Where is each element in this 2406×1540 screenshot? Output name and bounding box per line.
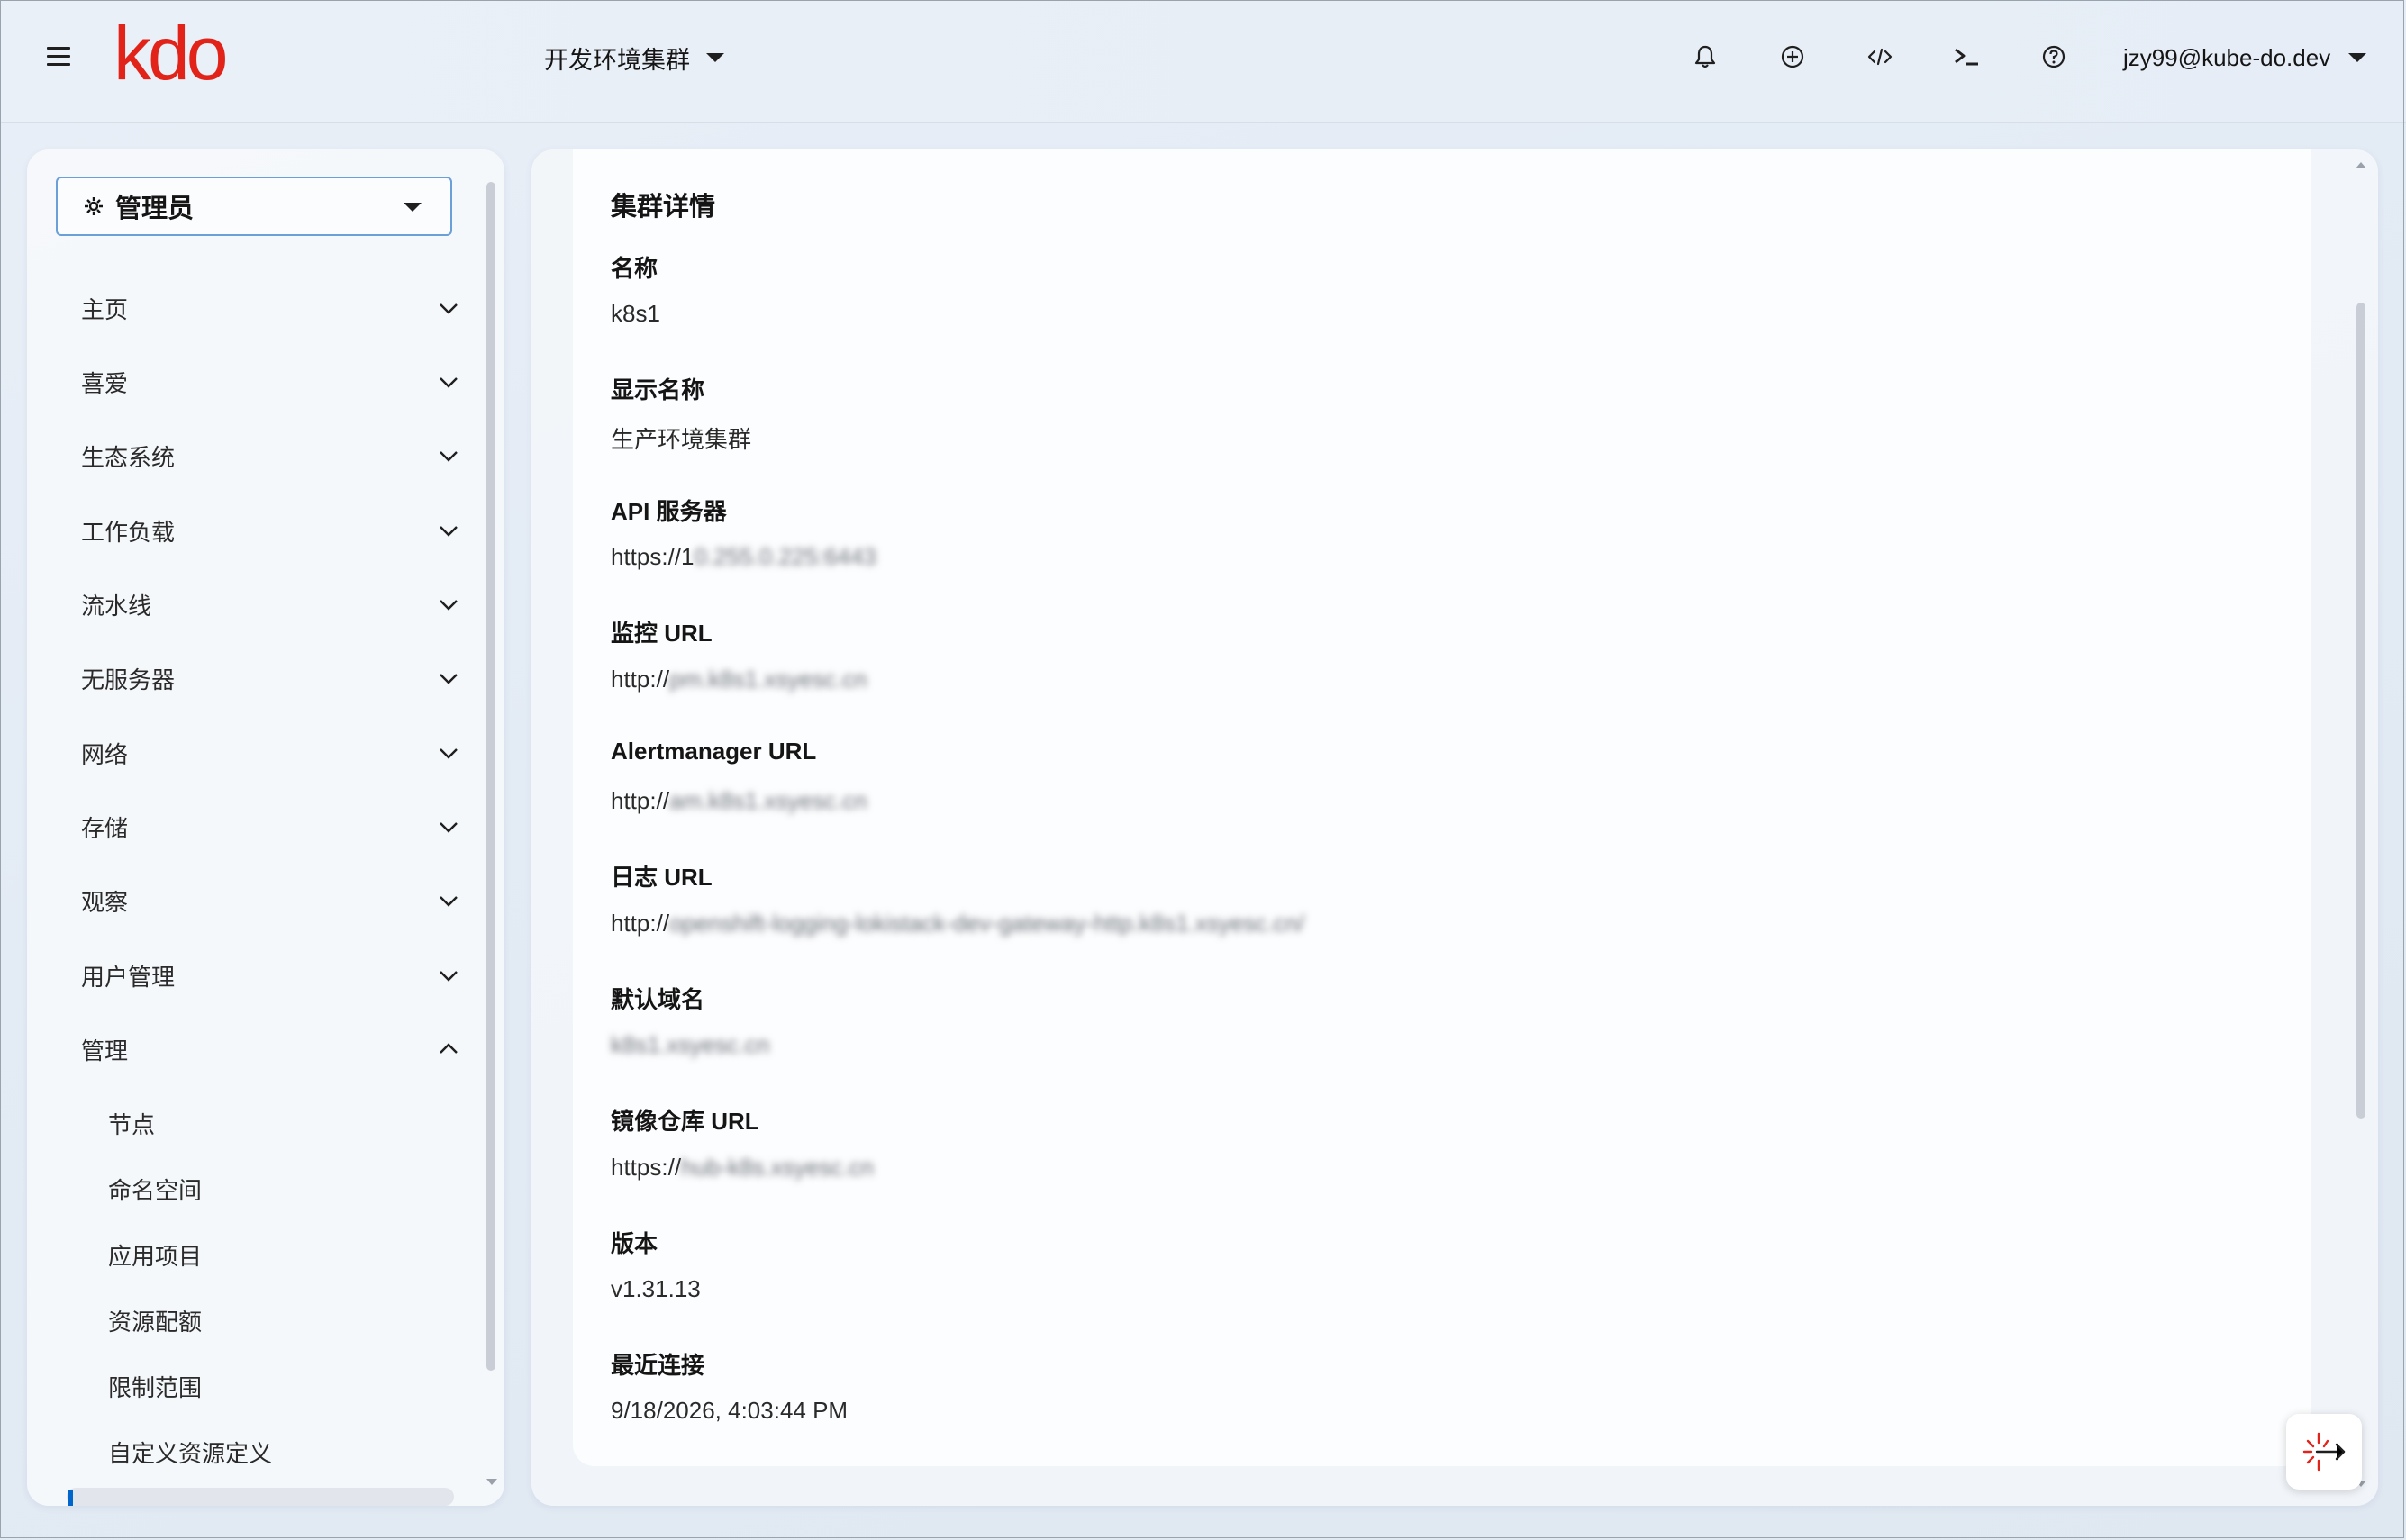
field-value-api-server: https://10.255.0.225:6443 [611,543,876,570]
chevron-down-icon [440,451,458,462]
sidebar: 管理员 主页 喜爱 生态系统 工作负载 流水线 无服务器 网络 存储 观察 用户… [27,149,504,1506]
bell-icon[interactable] [1690,41,1721,72]
sidebar-item-label: 工作负载 [81,518,176,546]
field-label-alertmanager-url: Alertmanager URL [611,738,817,765]
menu-icon[interactable] [47,47,70,67]
field-label-display-name: 显示名称 [611,376,705,403]
sidebar-item-label: 用户管理 [81,963,176,991]
caret-down-icon [2348,53,2367,62]
chevron-down-icon [440,896,458,907]
field-value-registry-url[interactable]: https://hub-k8s.xsyesc.cn [611,1154,874,1182]
sidebar-item-administration[interactable]: 管理 [81,1031,459,1067]
chevron-down-icon [440,971,458,982]
masthead: kdo 开发环境集群 jzy99@kube-do.dev [0,0,2406,123]
sidebar-item-serverless[interactable]: 无服务器 [81,660,459,696]
cluster-selector[interactable]: 开发环境集群 [544,40,724,76]
sidebar-item-label: 网络 [81,740,129,768]
kdo-logo[interactable]: kdo [113,13,228,94]
sidebar-item-label: 主页 [81,295,129,323]
code-icon[interactable] [1865,41,1895,72]
field-value-last-connected: 9/18/2026, 4:03:44 PM [611,1397,849,1424]
perspective-switcher[interactable]: 管理员 [56,177,452,236]
field-value-version: v1.31.13 [611,1275,701,1302]
scroll-down-arrow-icon[interactable] [486,1479,497,1485]
help-icon[interactable] [2038,41,2069,72]
sidebar-item-observe[interactable]: 观察 [81,883,459,919]
sidebar-subitem-resource-quotas[interactable]: 资源配额 [108,1302,202,1338]
field-label-last-connected: 最近连接 [611,1352,705,1379]
field-value-display-name: 生产环境集群 [611,426,752,453]
sidebar-subitem-limit-ranges[interactable]: 限制范围 [108,1368,202,1404]
cog-icon [83,195,104,217]
sidebar-item-pipelines[interactable]: 流水线 [81,586,459,622]
redacted-text: hub-k8s.xsyesc.cn [681,1154,874,1181]
assistant-icon [2302,1432,2346,1472]
sidebar-item-label: 管理 [81,1037,129,1064]
card-title: 集群详情 [611,193,716,222]
sidebar-item-networking[interactable]: 网络 [81,735,459,771]
scroll-up-arrow-icon[interactable] [2356,162,2366,168]
redacted-text: 0.255.0.225:6443 [694,543,876,570]
sidebar-item-home[interactable]: 主页 [81,290,459,326]
sidebar-subitem-app-projects[interactable]: 应用项目 [108,1237,202,1273]
sidebar-item-label: 生态系统 [81,443,176,471]
sidebar-item-label: 喜爱 [81,369,129,397]
sidebar-scrollbar[interactable] [486,182,495,1371]
user-name: jzy99@kube-do.dev [2123,43,2331,71]
sidebar-item-ecosystem[interactable]: 生态系统 [81,438,459,474]
field-label-registry-url: 镜像仓库 URL [611,1108,759,1135]
field-value-name: k8s1 [611,300,660,327]
field-label-monitoring-url: 监控 URL [611,620,713,647]
sidebar-subitem-crds[interactable]: 自定义资源定义 [108,1434,272,1470]
redacted-text: k8s1.xsyesc.cn [611,1031,770,1058]
sidebar-item-label: 流水线 [81,592,152,620]
field-value-logging-url[interactable]: http://openshift-logging-lokistack-dev-g… [611,910,1304,938]
chevron-down-icon [440,600,458,611]
redacted-text: pm.k8s1.xsyesc.cn [669,666,867,693]
chevron-down-icon [440,526,458,537]
sidebar-active-item-partial[interactable] [67,1488,454,1506]
redacted-text: am.k8s1.xsyesc.cn [669,787,867,814]
sidebar-item-user-management[interactable]: 用户管理 [81,957,459,993]
sidebar-subitem-nodes[interactable]: 节点 [108,1105,155,1141]
active-indicator [68,1490,73,1506]
perspective-label: 管理员 [115,195,195,223]
caret-down-icon [404,203,422,212]
chevron-up-icon [440,1043,458,1054]
field-label-logging-url: 日志 URL [611,864,713,891]
field-label-name: 名称 [611,255,658,282]
sidebar-item-workloads[interactable]: 工作负载 [81,512,459,548]
sidebar-item-label: 无服务器 [81,666,176,693]
field-value-default-domain: k8s1.xsyesc.cn [611,1031,769,1059]
plus-circle-icon[interactable] [1777,41,1808,72]
chevron-down-icon [440,822,458,833]
field-value-monitoring-url[interactable]: http://pm.k8s1.xsyesc.cn [611,666,867,693]
sidebar-subitem-namespaces[interactable]: 命名空间 [108,1171,202,1207]
chevron-down-icon [440,377,458,388]
field-value-alertmanager-url[interactable]: http://am.k8s1.xsyesc.cn [611,787,867,815]
main-scrollbar[interactable] [2356,303,2365,1119]
terminal-icon[interactable] [1951,41,1982,72]
field-label-default-domain: 默认域名 [611,986,705,1013]
chevron-down-icon [440,303,458,314]
sidebar-item-favorites[interactable]: 喜爱 [81,364,459,400]
chevron-down-icon [440,674,458,684]
cluster-name: 开发环境集群 [544,46,690,74]
sidebar-item-label: 存储 [81,814,129,842]
user-menu[interactable]: jzy99@kube-do.dev [2123,40,2367,76]
field-label-version: 版本 [611,1230,658,1257]
field-label-api-server: API 服务器 [611,498,727,525]
caret-down-icon [706,53,724,62]
redacted-text: openshift-logging-lokistack-dev-gateway-… [669,910,1305,937]
chevron-down-icon [440,748,458,759]
assistant-launcher-button[interactable] [2286,1414,2362,1490]
sidebar-item-label: 观察 [81,888,129,916]
sidebar-item-storage[interactable]: 存储 [81,809,459,845]
